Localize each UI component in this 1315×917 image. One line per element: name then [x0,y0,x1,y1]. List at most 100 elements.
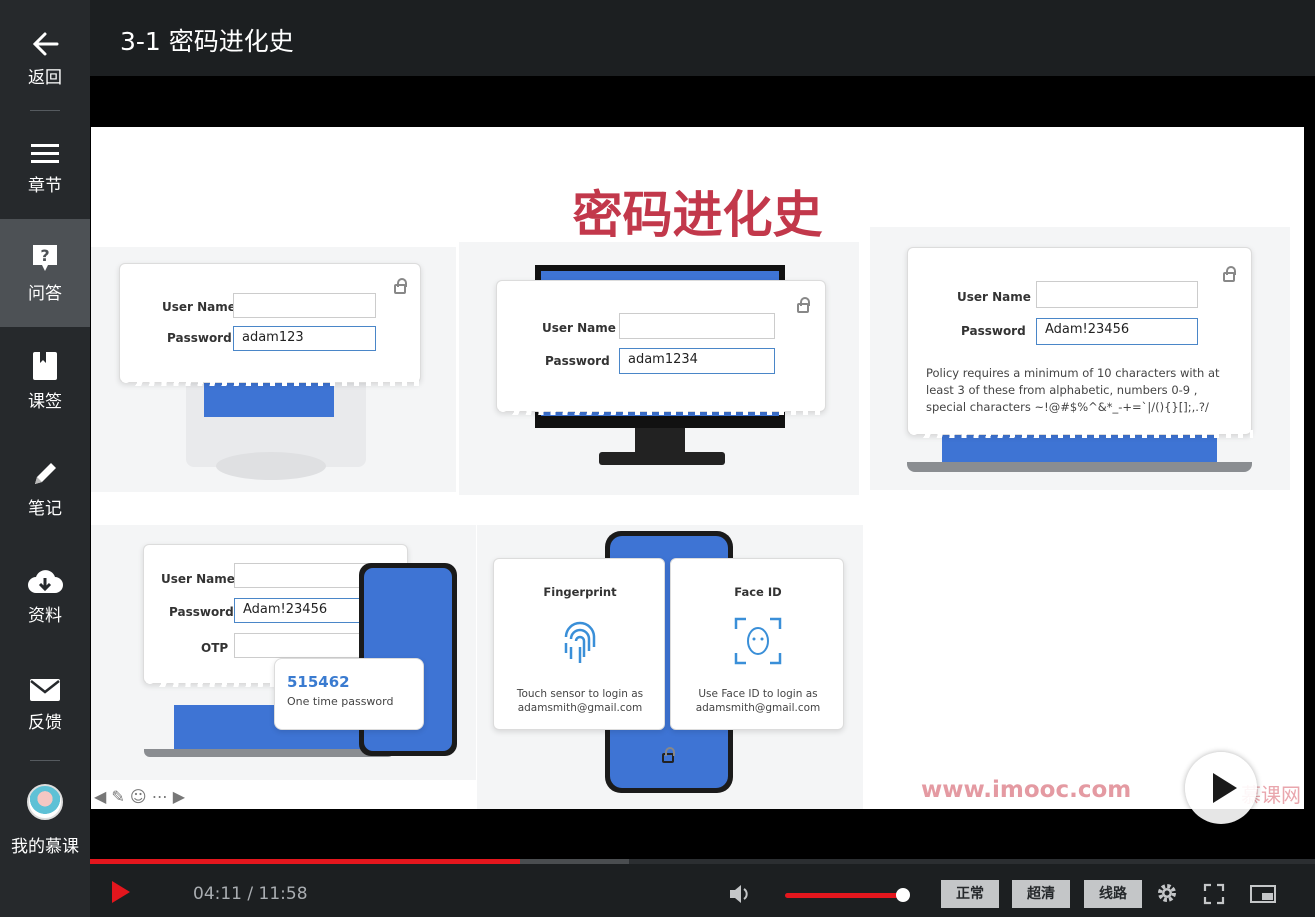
sidebar-item-notes[interactable]: 笔记 [0,435,90,543]
sidebar: 返回 章节 ? 问答 课签 笔记 资料 反馈 我的慕课 [0,0,90,917]
sidebar-item-chapters[interactable]: 章节 [0,115,90,223]
laptop-base [144,749,394,757]
back-button[interactable]: 返回 [0,5,90,113]
video-frame: 密码进化史 User Name Password adam123 User Na… [91,127,1304,809]
fingerprint-icon [564,621,596,663]
gear-icon[interactable] [1156,882,1178,904]
face-id-icon [734,617,782,665]
slide-panel-laptop: User Name Password Adam!23456 Policy req… [870,227,1290,490]
face-id-card: Face ID Use Face ID to login as adamsmit… [670,558,844,730]
username-label: User Name [161,572,235,586]
player-controls: 04:11 / 11:58 正常 超清 线路 [90,864,1315,917]
torn-edge [120,378,422,386]
username-field [1036,281,1198,308]
fingerprint-text: Touch sensor to login as adamsmith@gmail… [516,688,644,714]
page-title: 3-1 密码进化史 [120,27,294,56]
arrow-right-icon[interactable]: ▶ [173,787,185,806]
sidebar-item-profile[interactable]: 我的慕课 [0,770,90,870]
password-label: Password [545,354,610,368]
sidebar-item-label: 课签 [28,391,62,412]
torn-edge [908,430,1253,438]
avatar [27,783,63,820]
play-button[interactable] [112,881,130,903]
face-id-text: Use Face ID to login as adamsmith@gmail.… [695,688,821,714]
lock-icon [797,297,810,313]
fingerprint-card: Fingerprint Touch sensor to login as ada… [493,558,665,730]
sidebar-item-label: 章节 [28,175,62,196]
username-label: User Name [542,321,616,335]
annotation-toolbar[interactable]: ◀ ✎ ☺ ⋯ ▶ [94,787,185,806]
sidebar-item-qa[interactable]: ? 问答 [0,219,90,327]
password-label: Password [167,331,232,345]
speed-button[interactable]: 正常 [941,880,999,908]
arrow-left-icon[interactable]: ◀ [94,787,106,806]
bookmark-icon [33,351,57,380]
laptop-base [907,462,1252,472]
more-icon[interactable]: ⋯ [152,787,168,806]
big-play-button[interactable] [1185,752,1257,824]
sidebar-divider [30,760,60,761]
username-label: User Name [957,290,1031,304]
sidebar-item-label: 反馈 [28,712,62,733]
video-player[interactable]: 密码进化史 User Name Password adam123 User Na… [90,76,1315,862]
pencil-icon[interactable]: ✎ [111,787,124,806]
question-icon: ? [33,244,57,271]
sidebar-item-label: 笔记 [28,498,62,519]
time-display: 04:11 / 11:58 [193,884,308,904]
menu-icon [31,143,59,163]
slide-panel-crt: User Name Password adam123 [91,247,456,492]
monitor-base [599,452,725,465]
sidebar-item-feedback[interactable]: 反馈 [0,651,90,759]
quality-button[interactable]: 超清 [1012,880,1070,908]
password-label: Password [961,324,1026,338]
lock-icon [662,747,675,763]
time-separator: / [242,884,259,904]
username-field [233,293,376,318]
face-id-title: Face ID [734,585,782,599]
password-policy-text: Policy requires a minimum of 10 characte… [926,366,1220,414]
watermark: www.imooc.com [921,777,1132,803]
sidebar-item-label: 资料 [28,605,62,626]
login-card: User Name Password adam1234 [496,280,827,415]
slide-panel-lcd: User Name Password adam1234 [459,242,859,495]
torn-edge [497,407,827,415]
profile-label: 我的慕课 [11,836,79,857]
cloud-download-icon [28,569,63,593]
sidebar-item-bookmarks[interactable]: 课签 [0,327,90,435]
mail-icon [30,678,60,701]
pencil-icon [35,462,56,484]
login-card: User Name Password adam123 [119,263,422,386]
sidebar-divider [30,110,60,111]
password-label: Password [169,605,234,619]
fingerprint-title: Fingerprint [543,585,617,599]
volume-slider[interactable] [785,893,899,898]
username-label: User Name [162,300,236,314]
lock-icon [1223,266,1236,282]
picture-in-picture-icon[interactable] [1250,885,1276,903]
lock-icon [394,278,407,294]
sidebar-item-materials[interactable]: 资料 [0,543,90,651]
header: 3-1 密码进化史 [90,0,1315,76]
otp-code: 515462 [287,673,350,691]
login-card: User Name Password Adam!23456 Policy req… [907,247,1253,438]
current-time: 04:11 [193,884,242,904]
username-field [619,313,775,339]
volume-knob[interactable] [896,888,910,902]
smiley-icon[interactable]: ☺ [130,787,147,806]
otp-label: OTP [201,641,229,655]
password-field: Adam!23456 [1036,318,1198,345]
otp-caption: One time password [287,695,394,708]
slide-panel-otp: User Name Password Adam!23456 OTP 515462… [91,525,476,780]
otp-bubble: 515462 One time password [274,658,424,730]
password-field: adam123 [233,326,376,351]
svg-text:?: ? [40,246,49,265]
fullscreen-icon[interactable] [1203,883,1225,905]
back-label: 返回 [28,67,62,88]
crt-base [216,452,326,480]
monitor-stand [635,428,685,454]
line-button[interactable]: 线路 [1084,880,1142,908]
slide-panel-biometric: Fingerprint Touch sensor to login as ada… [477,525,863,809]
volume-icon[interactable] [728,883,752,905]
arrow-left-icon [32,32,59,55]
total-time: 11:58 [258,884,308,904]
